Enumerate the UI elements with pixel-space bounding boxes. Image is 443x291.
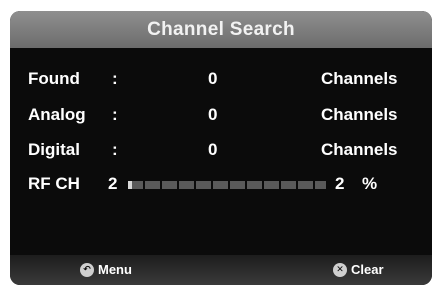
menu-label: Menu [98, 262, 132, 277]
x-icon: ✕ [333, 262, 347, 277]
digital-unit: Channels [321, 140, 398, 159]
analog-colon: : [112, 105, 118, 124]
rf-channel-number: 2 [108, 174, 118, 193]
digital-row: Digital : 0 Channels [10, 136, 432, 164]
found-colon: : [112, 69, 118, 88]
back-arrow-icon: ↶ [80, 262, 94, 277]
analog-value: 0 [208, 105, 218, 124]
progress-percent-sign: % [362, 174, 378, 193]
digital-colon: : [112, 140, 118, 159]
progress-percent-value: 2 [335, 174, 345, 193]
clear-label: Clear [351, 262, 384, 277]
clear-button[interactable]: ✕ Clear [333, 262, 384, 277]
search-progress-fill [128, 181, 132, 189]
found-row: Found : 0 Channels [10, 65, 432, 93]
rf-channel-row: RF CH 2 2 % [10, 170, 432, 198]
rf-channel-label: RF CH [28, 174, 80, 193]
digital-value: 0 [208, 140, 218, 159]
analog-row: Analog : 0 Channels [10, 101, 432, 129]
dialog-title: Channel Search [147, 18, 295, 40]
footer-bar: ↶ Menu ✕ Clear [10, 255, 432, 285]
menu-button[interactable]: ↶ Menu [80, 262, 132, 277]
search-progress-bar [128, 181, 326, 189]
analog-label: Analog [28, 105, 86, 124]
found-value: 0 [208, 69, 218, 88]
analog-unit: Channels [321, 105, 398, 124]
title-bar: Channel Search [10, 11, 432, 48]
found-label: Found [28, 69, 80, 88]
channel-search-dialog: Channel Search Found : 0 Channels Analog… [10, 11, 432, 285]
digital-label: Digital [28, 140, 80, 159]
found-unit: Channels [321, 69, 398, 88]
